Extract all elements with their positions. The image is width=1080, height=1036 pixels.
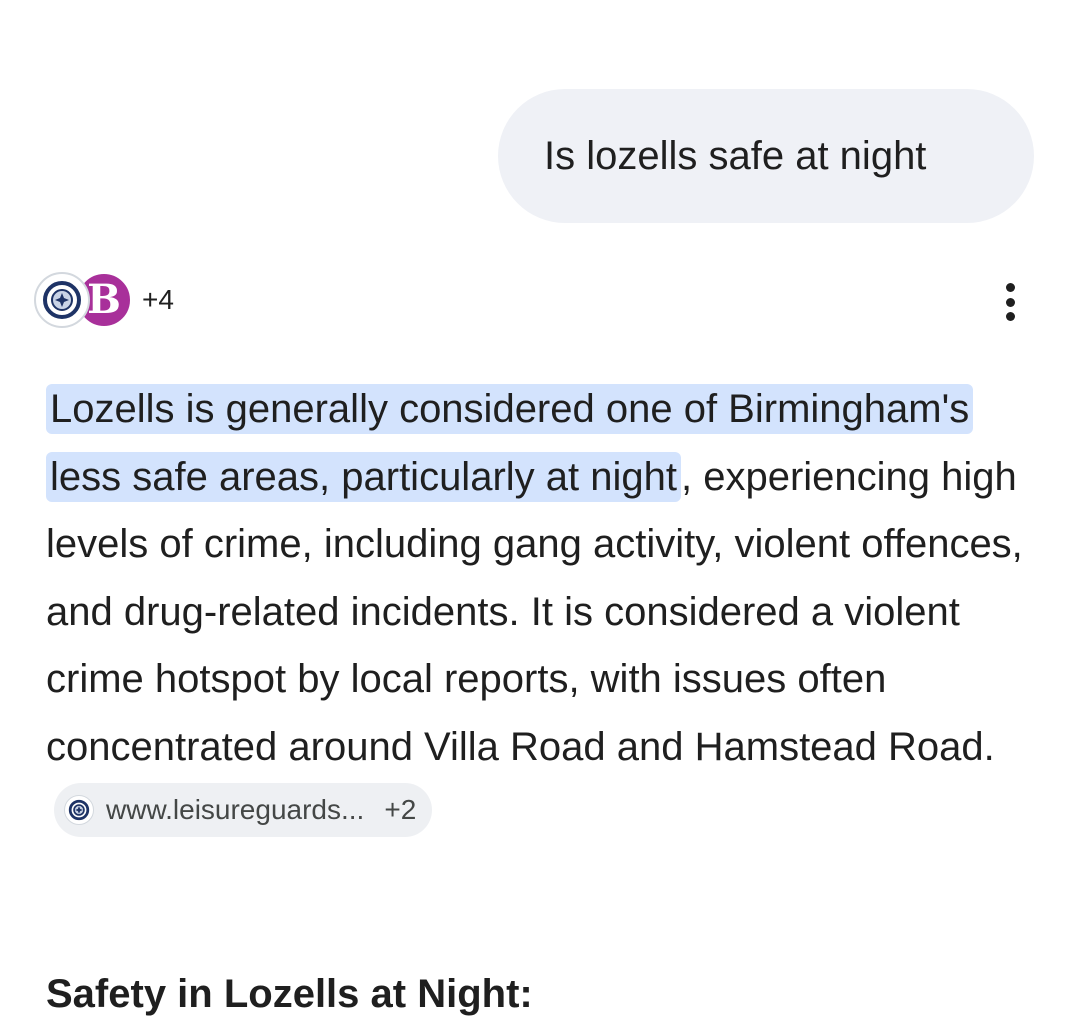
more-sources-count[interactable]: +4: [142, 284, 174, 316]
citation-count: +2: [384, 794, 417, 825]
police-badge-icon: [64, 795, 94, 825]
user-query-text: Is lozells safe at night: [544, 133, 927, 178]
ai-answer-page: Is lozells safe at night B +4 Lozells is…: [0, 0, 1080, 1036]
answer-paragraph: Lozells is generally considered one of B…: [46, 376, 1036, 849]
police-badge-icon[interactable]: [34, 272, 90, 328]
citation-site: www.leisureguards...: [106, 794, 365, 825]
sources-row[interactable]: B +4: [34, 270, 174, 330]
citation-chip[interactable]: www.leisureguards... +2: [54, 783, 433, 837]
more-options-icon[interactable]: [990, 280, 1030, 324]
section-heading: Safety in Lozells at Night:: [46, 972, 533, 1016]
user-query-bubble: Is lozells safe at night: [498, 89, 1034, 223]
